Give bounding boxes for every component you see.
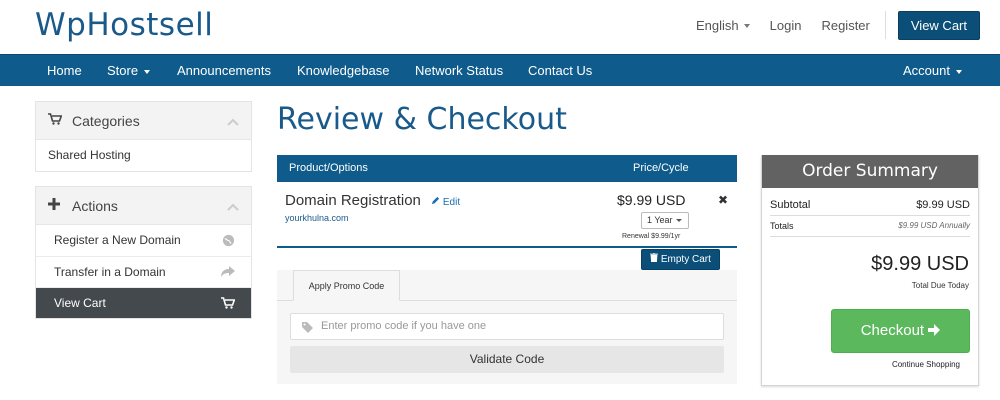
totals-label: Totals — [770, 221, 794, 231]
sidebar-item-view-cart[interactable]: View Cart — [36, 287, 251, 318]
sidebar-item-register-domain[interactable]: Register a New Domain — [36, 225, 251, 256]
trash-icon — [650, 252, 659, 263]
empty-cart-button[interactable]: Empty Cart — [641, 249, 720, 270]
order-summary-title: Order Summary — [762, 155, 978, 188]
chevron-up-icon[interactable] — [227, 115, 239, 129]
header-divider — [884, 11, 886, 39]
caret-down-icon — [743, 24, 750, 29]
promo-code-input[interactable]: Enter promo code if you have one — [290, 313, 724, 340]
nav-announcements[interactable]: Announcements — [177, 55, 271, 87]
order-summary: Order Summary Subtotal $9.99 USD Totals … — [761, 155, 979, 386]
site-logo[interactable]: WpHostsell — [35, 7, 213, 43]
tab-apply-promo[interactable]: Apply Promo Code — [293, 270, 400, 301]
pencil-icon — [431, 196, 440, 205]
total-due-amount: $9.99 USD — [871, 253, 969, 275]
cart-item-row: Domain Registration Edit yourkhulna.com … — [277, 182, 737, 248]
total-due-label: Total Due Today — [911, 281, 969, 290]
product-price: $9.99 USD — [617, 192, 686, 208]
actions-panel: Actions Register a New Domain Transfer i… — [35, 186, 252, 319]
checkout-label: Checkout — [860, 322, 925, 339]
product-domain: yourkhulna.com — [285, 213, 349, 223]
globe-icon — [222, 225, 235, 258]
arrow-right-icon — [928, 324, 941, 336]
totals-value: $9.99 USD Annually — [898, 221, 970, 230]
cart-icon — [48, 113, 66, 128]
actions-header[interactable]: Actions — [36, 187, 251, 225]
checkout-button[interactable]: Checkout — [831, 309, 970, 353]
cart-table: Product/Options Price/Cycle Domain Regis… — [277, 155, 737, 270]
plus-icon — [48, 198, 66, 213]
sidebar-item-shared-hosting[interactable]: Shared Hosting — [36, 140, 251, 171]
chevron-up-icon[interactable] — [227, 200, 239, 214]
summary-divider — [770, 215, 970, 216]
share-icon — [221, 257, 235, 289]
product-name-text: Domain Registration — [285, 192, 421, 209]
top-links: English Login Register View Cart — [676, 10, 980, 40]
view-cart-button[interactable]: View Cart — [897, 10, 980, 40]
language-label: English — [696, 17, 739, 33]
column-header-product: Product/Options — [289, 162, 368, 174]
nav-account[interactable]: Account — [903, 55, 962, 87]
caret-down-icon — [955, 69, 962, 74]
nav-store-label: Store — [107, 63, 139, 78]
top-header: WpHostsell English Login Register View C… — [0, 0, 1000, 54]
empty-cart-label: Empty Cart — [660, 254, 711, 265]
billing-cycle-select[interactable]: 1 Year — [641, 212, 689, 229]
promo-code-placeholder: Enter promo code if you have one — [321, 320, 487, 332]
renewal-price: Renewal $9.99/1yr — [622, 233, 681, 240]
nav-contact-us[interactable]: Contact Us — [528, 55, 592, 87]
login-link[interactable]: Login — [770, 18, 802, 33]
product-name: Domain Registration Edit — [285, 192, 460, 209]
categories-panel: Categories Shared Hosting — [35, 101, 252, 172]
caret-down-icon — [675, 219, 682, 223]
billing-cycle-value: 1 Year — [647, 215, 673, 225]
sidebar-item-label: Transfer in a Domain — [54, 265, 166, 279]
nav-account-label: Account — [903, 63, 950, 78]
validate-code-button[interactable]: Validate Code — [290, 346, 724, 373]
sidebar-item-label: Register a New Domain — [54, 233, 181, 247]
subtotal-row: Subtotal $9.99 USD — [770, 199, 970, 211]
edit-label: Edit — [442, 197, 461, 208]
sidebar-item-transfer-domain[interactable]: Transfer in a Domain — [36, 256, 251, 287]
nav-network-status[interactable]: Network Status — [415, 55, 503, 87]
subtotal-label: Subtotal — [770, 199, 811, 211]
nav-knowledgebase[interactable]: Knowledgebase — [297, 55, 390, 87]
tag-icon — [302, 314, 313, 343]
register-link[interactable]: Register — [821, 18, 869, 33]
caret-down-icon — [144, 69, 151, 74]
sidebar-item-label: Shared Hosting — [48, 148, 131, 162]
actions-title: Actions — [72, 197, 118, 214]
promo-section: Apply Promo Code Enter promo code if you… — [277, 270, 737, 384]
cart-icon — [221, 288, 236, 320]
column-header-price: Price/Cycle — [633, 162, 689, 174]
sidebar-item-label: View Cart — [54, 296, 106, 310]
totals-row: Totals $9.99 USD Annually — [770, 221, 970, 231]
edit-link[interactable]: Edit — [431, 196, 461, 208]
main-navbar: Home Store Announcements Knowledgebase N… — [0, 54, 1000, 86]
continue-shopping-link[interactable]: Continue Shopping — [892, 360, 960, 369]
remove-item-icon[interactable]: ✖ — [718, 193, 728, 207]
nav-home[interactable]: Home — [47, 55, 82, 87]
categories-header[interactable]: Categories — [36, 102, 251, 140]
nav-store[interactable]: Store — [107, 55, 151, 87]
page-title: Review & Checkout — [277, 102, 567, 137]
cart-table-header: Product/Options Price/Cycle — [277, 155, 737, 182]
summary-divider — [770, 236, 970, 237]
categories-title: Categories — [72, 112, 140, 129]
subtotal-value: $9.99 USD — [916, 199, 970, 211]
language-selector[interactable]: English — [696, 18, 750, 33]
